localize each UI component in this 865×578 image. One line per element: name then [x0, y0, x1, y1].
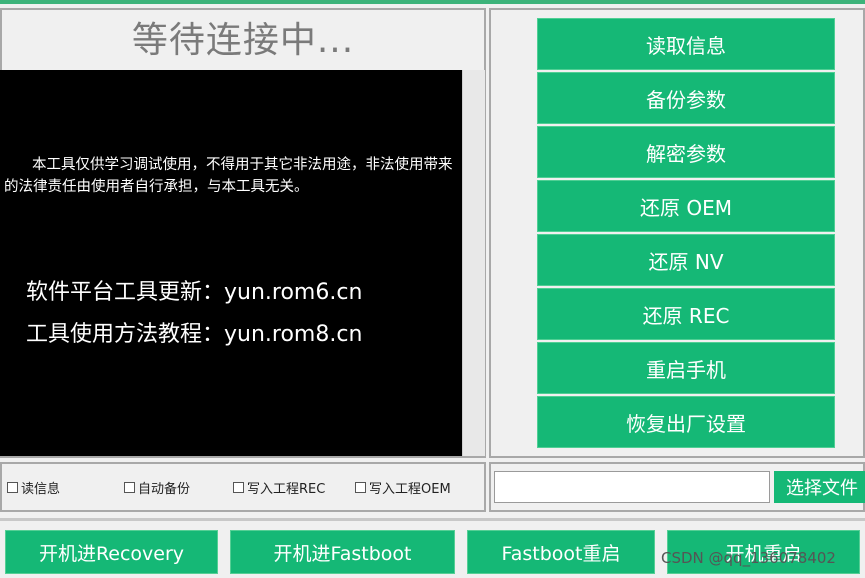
- bottom-separator: [0, 518, 865, 521]
- decrypt-params-button[interactable]: 解密参数: [537, 126, 835, 178]
- boot-fastboot-button[interactable]: 开机进Fastboot: [230, 530, 455, 574]
- read-info-checkbox[interactable]: 读信息: [7, 478, 60, 497]
- console-output: 本工具仅供学习调试使用，不得用于其它非法用途，非法使用带来的法律责任由使用者自行…: [0, 70, 462, 456]
- disclaimer-text: 本工具仅供学习调试使用，不得用于其它非法用途，非法使用带来的法律责任由使用者自行…: [4, 157, 453, 195]
- reboot-phone-button[interactable]: 重启手机: [537, 342, 835, 394]
- factory-reset-button[interactable]: 恢复出厂设置: [537, 396, 835, 448]
- checkbox-box[interactable]: [355, 482, 366, 493]
- restore-rec-button[interactable]: 还原 REC: [537, 288, 835, 340]
- file-path-input[interactable]: [494, 471, 770, 503]
- connection-status: 等待连接中...: [131, 20, 355, 61]
- read-info-button[interactable]: 读取信息: [537, 18, 835, 70]
- checkbox-label: 写入工程REC: [247, 482, 326, 497]
- promo-tutorial-line: 工具使用方法教程：yun.rom8.cn: [26, 322, 363, 347]
- checkbox-box[interactable]: [233, 482, 244, 493]
- promo-update-line: 软件平台工具更新：yun.rom6.cn: [26, 280, 363, 305]
- restore-nv-button[interactable]: 还原 NV: [537, 234, 835, 286]
- fastboot-reboot-button[interactable]: Fastboot重启: [467, 530, 655, 574]
- csdn-watermark: CSDN @qq_136078402: [661, 549, 836, 567]
- checkbox-label: 读信息: [21, 482, 61, 497]
- boot-recovery-button[interactable]: 开机进Recovery: [5, 530, 218, 574]
- checkbox-box[interactable]: [124, 482, 135, 493]
- console-scrollbar[interactable]: [462, 70, 485, 456]
- checkbox-label: 写入工程OEM: [369, 482, 451, 497]
- restore-oem-button[interactable]: 还原 OEM: [537, 180, 835, 232]
- checkbox-label: 自动备份: [138, 482, 191, 497]
- choose-file-button[interactable]: 选择文件: [774, 471, 865, 503]
- top-accent-line: [0, 0, 865, 4]
- checkbox-box[interactable]: [7, 482, 18, 493]
- write-rec-checkbox[interactable]: 写入工程REC: [233, 478, 325, 497]
- write-oem-checkbox[interactable]: 写入工程OEM: [355, 478, 451, 497]
- backup-params-button[interactable]: 备份参数: [537, 72, 835, 124]
- auto-backup-checkbox[interactable]: 自动备份: [124, 478, 190, 497]
